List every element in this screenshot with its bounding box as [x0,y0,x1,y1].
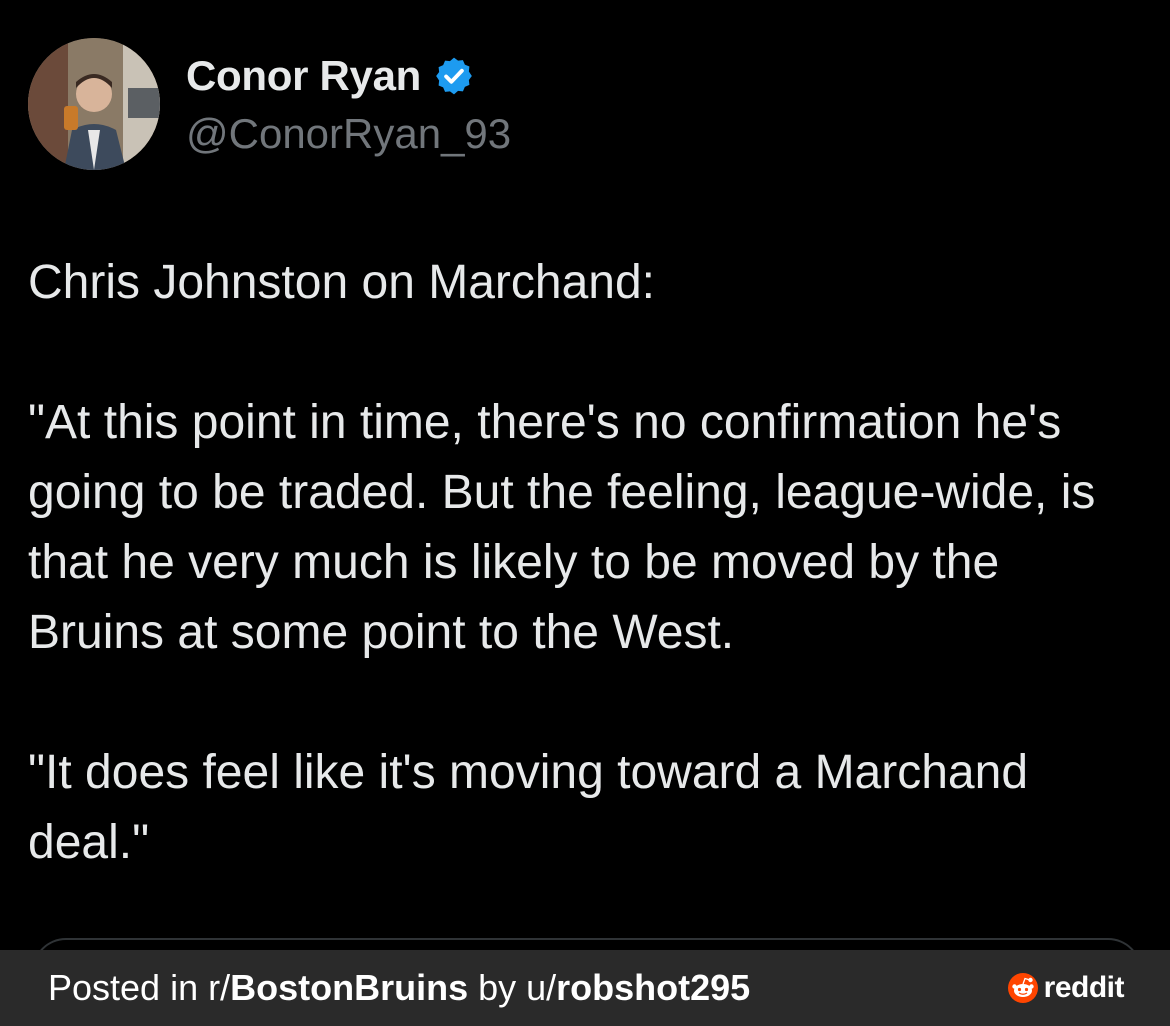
posted-in-line: Posted in r/BostonBruins by u/robshot295 [48,950,750,1026]
reddit-logo: reddit [1007,971,1125,1004]
subreddit-link[interactable]: BostonBruins [230,967,468,1008]
reddit-snoo-icon [1007,973,1038,1003]
username-link[interactable]: robshot295 [556,967,750,1008]
posted-in-label: Posted in r/ [48,967,231,1008]
author-handle[interactable]: @ConorRyan_93 [186,110,511,158]
reddit-footer: Posted in r/BostonBruins by u/robshot295… [0,950,1170,1026]
avatar-photo [28,38,160,170]
reddit-wordmark: reddit [1043,971,1125,1004]
author-display-name[interactable]: Conor Ryan [186,52,421,100]
tweet: Conor Ryan @ConorRyan_93 Chris Johnston … [0,0,1170,980]
avatar[interactable] [28,38,160,170]
author-name-row[interactable]: Conor Ryan [186,52,475,100]
verified-badge-icon [433,55,475,97]
posted-by-label: by u/ [468,967,557,1008]
tweet-text: Chris Johnston on Marchand: "At this poi… [28,256,1096,869]
